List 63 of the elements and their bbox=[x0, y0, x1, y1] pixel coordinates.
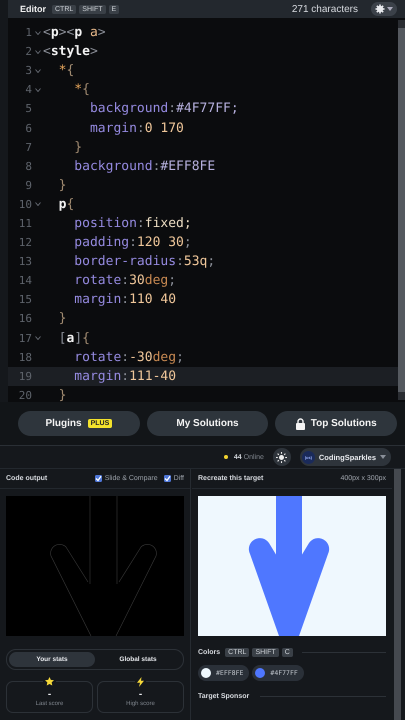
code-line: *{ bbox=[73, 82, 90, 98]
code-line: <style> bbox=[43, 44, 98, 60]
code-line: margin:110 40 bbox=[73, 292, 176, 308]
line-number: 12 bbox=[18, 236, 32, 250]
line-number: 4 bbox=[24, 83, 32, 96]
score-value: - bbox=[138, 689, 142, 701]
score-value: - bbox=[48, 689, 52, 701]
caret-icon bbox=[387, 7, 393, 11]
code-line: <p><p a> bbox=[43, 25, 106, 40]
code-line: margin:111-40 bbox=[73, 368, 176, 384]
fold-icon[interactable] bbox=[34, 68, 40, 73]
fold-icon[interactable] bbox=[34, 30, 40, 35]
scrollbar[interactable] bbox=[394, 469, 401, 720]
line-number: 20 bbox=[18, 388, 32, 402]
line-number: 8 bbox=[24, 160, 32, 173]
code-line: rotate:30deg; bbox=[73, 273, 176, 288]
line-number: 10 bbox=[18, 198, 32, 211]
code-line: padding:120 30; bbox=[73, 235, 192, 250]
scrollbar[interactable] bbox=[398, 20, 405, 400]
line-number: 6 bbox=[24, 122, 32, 135]
checkbox[interactable] bbox=[94, 475, 102, 482]
code-line: margin:0 170 bbox=[88, 120, 184, 136]
line-number: 14 bbox=[18, 274, 32, 288]
editor-title: Editor bbox=[20, 4, 46, 14]
line-number: 13 bbox=[18, 255, 32, 268]
fold-icon[interactable] bbox=[34, 336, 40, 340]
code-line: } bbox=[73, 140, 82, 155]
code-line: rotate:-30deg; bbox=[73, 350, 184, 365]
code-line: background:#4F77FF; bbox=[88, 101, 239, 116]
code-line: } bbox=[58, 388, 66, 403]
settings-button[interactable] bbox=[371, 2, 397, 16]
line-number: 18 bbox=[18, 350, 32, 364]
code-line: border-radius:53q; bbox=[73, 254, 216, 270]
action-button[interactable]: Top Solutions bbox=[275, 411, 398, 436]
online-dot bbox=[224, 455, 228, 459]
sun-icon bbox=[276, 452, 288, 462]
fold-icon[interactable] bbox=[34, 88, 40, 92]
code-line: p{ bbox=[58, 196, 74, 212]
character-count: 271 characters bbox=[292, 4, 358, 14]
line-number: 9 bbox=[24, 178, 32, 192]
fold-icon[interactable] bbox=[34, 50, 40, 54]
line-number: 7 bbox=[24, 140, 32, 154]
line-number: 3 bbox=[24, 64, 32, 78]
line-number: 5 bbox=[24, 102, 32, 116]
code-line: position:fixed; bbox=[73, 216, 192, 231]
fold-icon[interactable] bbox=[34, 202, 40, 206]
code-line: *{ bbox=[58, 63, 74, 78]
line-number: 19 bbox=[18, 370, 32, 383]
line-number: 1 bbox=[24, 26, 32, 40]
line-number: 17 bbox=[18, 332, 32, 345]
action-button[interactable]: My Solutions bbox=[146, 411, 268, 436]
theme-button[interactable] bbox=[272, 448, 291, 466]
code-line: } bbox=[58, 311, 66, 326]
line-number: 2 bbox=[24, 45, 32, 58]
settings-icon bbox=[375, 4, 385, 14]
checkbox[interactable] bbox=[164, 475, 171, 482]
code-line: [a]{ bbox=[58, 330, 90, 346]
line-number: 16 bbox=[18, 312, 32, 326]
code-line: background:#EFF8FE bbox=[73, 158, 216, 174]
line-number: 15 bbox=[18, 293, 32, 306]
line-number: 11 bbox=[18, 216, 32, 230]
code-line: } bbox=[58, 178, 66, 193]
caret-icon bbox=[380, 455, 386, 459]
